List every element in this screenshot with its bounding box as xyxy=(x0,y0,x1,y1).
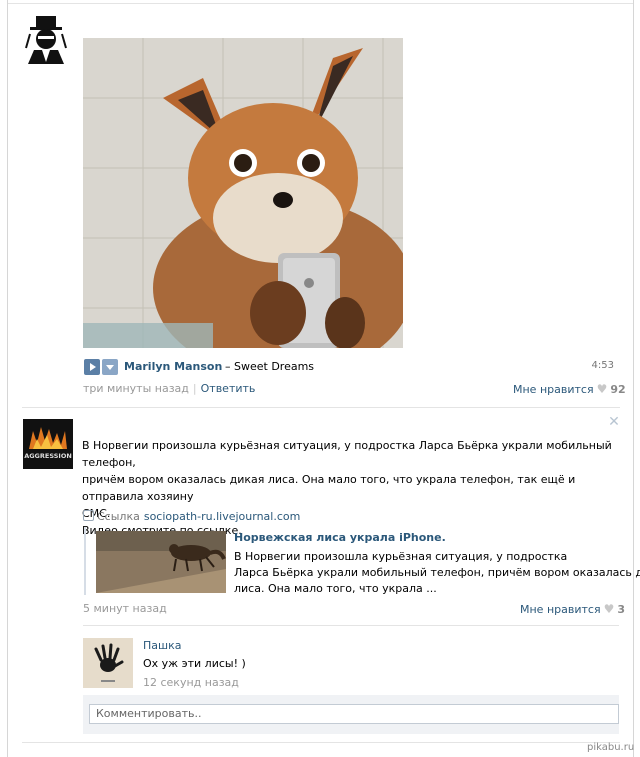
link-icon xyxy=(83,510,94,521)
snippet-line: лиса. Она мало того, что украла ... xyxy=(234,582,437,595)
commenter-avatar[interactable] xyxy=(83,638,133,688)
snippet-line: В Норвегии произошла курьёзная ситуация,… xyxy=(234,550,568,563)
comments-divider xyxy=(83,625,619,626)
audio-artist[interactable]: Marilyn Manson xyxy=(124,360,222,373)
post1-meta: три минуты назад | Ответить xyxy=(83,382,255,395)
close-icon[interactable]: ✕ xyxy=(608,415,620,429)
comment-text: Ох уж эти лисы! ) xyxy=(143,657,246,670)
post1-like-button[interactable]: Мне нравится ♥ 92 xyxy=(513,382,626,396)
aggression-label: AGGRESSION xyxy=(24,452,72,460)
snippet-thumbnail[interactable] xyxy=(96,531,226,593)
comment-item: Пашка Ох уж эти лисы! ) 12 секунд назад xyxy=(83,629,619,695)
post1-time[interactable]: три минуты назад xyxy=(83,382,189,395)
pikabu-watermark: pikabu.ru xyxy=(587,742,635,753)
aggression-logo-icon: AGGRESSION xyxy=(23,419,73,469)
comment-time[interactable]: 12 секунд назад xyxy=(143,676,239,689)
left-border xyxy=(7,0,8,757)
meta-divider: | xyxy=(192,382,197,395)
like-count: 92 xyxy=(610,383,626,396)
comment-author[interactable]: Пашка xyxy=(143,639,181,652)
post-divider xyxy=(22,407,620,408)
comments-block: Пашка Ох уж эти лисы! ) 12 секунд назад … xyxy=(83,629,619,734)
snippet-title[interactable]: Норвежская лиса украла iPhone. xyxy=(234,531,446,544)
right-border xyxy=(633,0,634,757)
post2-time[interactable]: 5 минут назад xyxy=(83,602,167,615)
link-domain[interactable]: sociopath-ru.livejournal.com xyxy=(144,510,301,523)
add-audio-button[interactable] xyxy=(102,359,118,375)
like-count: 3 xyxy=(617,603,625,616)
handprint-icon xyxy=(83,638,133,688)
comment-input[interactable]: Комментировать.. xyxy=(89,704,619,724)
heart-icon: ♥ xyxy=(603,602,615,616)
top-divider xyxy=(8,3,633,4)
fox-selfie-photo[interactable] xyxy=(83,38,403,348)
fox-photo-image xyxy=(83,38,403,348)
link-prefix: Ссылка xyxy=(97,510,140,523)
like-label: Мне нравится xyxy=(520,603,601,616)
fox-thumbnail-image xyxy=(96,531,226,593)
post2-text: В Норвегии произошла курьёзная ситуация,… xyxy=(82,437,622,539)
attached-link-row: Ссылка sociopath-ru.livejournal.com xyxy=(83,510,300,523)
bottom-divider xyxy=(22,742,620,743)
audio-duration: 4:53 xyxy=(591,360,614,371)
aggression-avatar[interactable]: AGGRESSION xyxy=(23,419,73,469)
spy-avatar-icon xyxy=(24,14,72,64)
like-label: Мне нравится xyxy=(513,383,594,396)
snippet-line: Ларса Бьёрка украли мобильный телефон, п… xyxy=(234,566,640,579)
heart-icon: ♥ xyxy=(596,382,608,396)
snippet-body: В Норвегии произошла курьёзная ситуация,… xyxy=(234,549,640,597)
post2-line: В Норвегии произошла курьёзная ситуация,… xyxy=(82,439,612,469)
audio-track: Marilyn Manson – Sweet Dreams 4:53 xyxy=(84,359,614,375)
link-snippet[interactable]: Норвежская лиса украла iPhone. В Норвеги… xyxy=(84,527,640,597)
post2-line: причём вором оказалась дикая лиса. Она м… xyxy=(82,473,576,503)
audio-title: – Sweet Dreams xyxy=(225,360,315,373)
post2-like-button[interactable]: Мне нравится ♥ 3 xyxy=(520,602,625,616)
reply-link[interactable]: Ответить xyxy=(201,382,256,395)
user-avatar-spy[interactable] xyxy=(24,14,72,64)
play-button[interactable] xyxy=(84,359,100,375)
